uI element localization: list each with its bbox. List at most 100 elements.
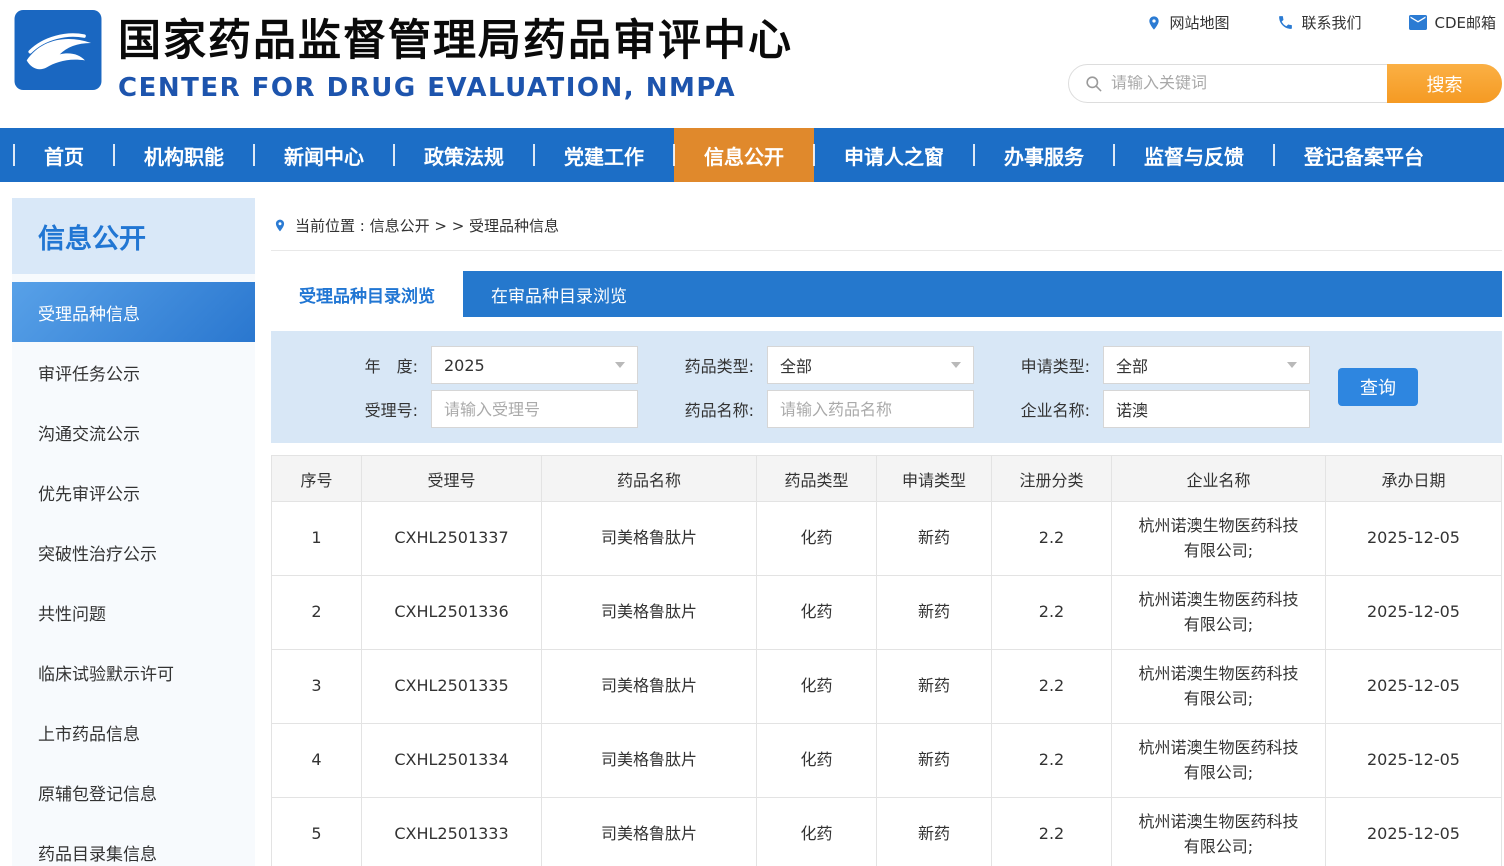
site-title-block: 国家药品监督管理局药品审评中心 CENTER FOR DRUG EVALUATI… [118,6,793,103]
sidebar-title: 信息公开 [12,198,255,274]
mail-icon [1409,15,1428,30]
table-cell: 2025-12-05 [1325,501,1502,576]
table-cell: 2.2 [991,723,1112,798]
table-row: 4 CXHL2501334 司美格鲁肽片 化药 新药 2.2 杭州诺澳生物医药科技有限公司;… [271,723,1502,798]
sitemap-link[interactable]: 网站地图 [1146,12,1229,33]
contact-link[interactable]: 联系我们 [1277,12,1361,33]
nav-item[interactable]: 监督与反馈 [1113,128,1274,182]
table-cell: 化药 [756,501,877,576]
sidebar-item[interactable]: 优先审评公示 [12,462,255,522]
table-cell: 新药 [876,575,992,650]
sidebar-menu: 受理品种信息 审评任务公示 沟通交流公示 优先审评公示 突破性治疗公示 共性问题… [12,282,255,866]
table-cell: CXHL2501336 [361,575,542,650]
apply-type-label: 申请类型: [1020,357,1090,376]
nav-item[interactable]: 首页 [13,128,114,182]
nav-item[interactable]: 办事服务 [973,128,1114,182]
accept-no-input[interactable] [431,390,638,428]
table-cell: 化药 [756,649,877,724]
table-cell: 杭州诺澳生物医药科技有限公司; [1111,797,1326,866]
table-cell: 司美格鲁肽片 [541,575,757,650]
sidebar-item[interactable]: 共性问题 [12,582,255,642]
table-cell: 化药 [756,797,877,866]
sidebar-item[interactable]: 药品目录集信息 [12,822,255,866]
drug-name-input[interactable] [767,390,974,428]
table-cell: 3 [271,649,362,724]
nav-item[interactable]: 机构职能 [113,128,254,182]
nav-item[interactable]: 申请人之窗 [813,128,974,182]
table-cell: 杭州诺澳生物医药科技有限公司; [1111,649,1326,724]
table-cell: 2.2 [991,797,1112,866]
main-panel: 当前位置 : 信息公开 > > 受理品种信息 受理品种目录浏览 在审品种目录浏览… [271,198,1502,866]
table-cell: 司美格鲁肽片 [541,501,757,576]
table-header-cell: 企业名称 [1111,455,1326,502]
chevron-down-icon [615,362,625,368]
table-cell: 2025-12-05 [1325,575,1502,650]
table-cell: 4 [271,723,362,798]
nav-item[interactable]: 登记备案平台 [1273,128,1454,182]
table-header-cell: 药品名称 [541,455,757,502]
year-select-value: 2025 [444,355,485,375]
nav-item[interactable]: 新闻中心 [253,128,394,182]
nav-item[interactable]: 政策法规 [393,128,534,182]
company-input[interactable] [1103,390,1310,428]
search-button[interactable]: 搜索 [1387,64,1502,103]
tab[interactable]: 受理品种目录浏览 [271,271,463,317]
search-icon [1086,76,1102,92]
table-cell: 杭州诺澳生物医药科技有限公司; [1111,575,1326,650]
table-header-cell: 申请类型 [876,455,992,502]
accept-no-label: 受理号: [364,401,418,420]
table-cell: 2 [271,575,362,650]
search-input[interactable] [1103,74,1387,93]
table-header-cell: 承办日期 [1325,455,1502,502]
sidebar-item[interactable]: 上市药品信息 [12,702,255,762]
table-cell: 新药 [876,797,992,866]
breadcrumb: 当前位置 : 信息公开 > > 受理品种信息 [271,198,1502,251]
table-row: 3 CXHL2501335 司美格鲁肽片 化药 新药 2.2 杭州诺澳生物医药科技有限公司;… [271,649,1502,724]
table-cell: 5 [271,797,362,866]
sidebar-item[interactable]: 原辅包登记信息 [12,762,255,822]
table-cell: 新药 [876,723,992,798]
table-header-cell: 药品类型 [756,455,877,502]
sidebar-item[interactable]: 审评任务公示 [12,342,255,402]
table-cell: CXHL2501335 [361,649,542,724]
site-subtitle: CENTER FOR DRUG EVALUATION, NMPA [118,73,737,103]
content-area: 信息公开 受理品种信息 审评任务公示 沟通交流公示 优先审评公示 突破性治疗公示… [0,198,1504,866]
table-cell: 新药 [876,649,992,724]
sidebar-item[interactable]: 受理品种信息 [12,282,255,342]
mailbox-link[interactable]: CDE邮箱 [1409,12,1496,33]
year-label: 年 度: [364,357,418,376]
table-header-cell: 受理号 [361,455,542,502]
sidebar-item[interactable]: 突破性治疗公示 [12,522,255,582]
year-select[interactable]: 2025 [431,346,638,384]
sidebar: 信息公开 受理品种信息 审评任务公示 沟通交流公示 优先审评公示 突破性治疗公示… [12,198,255,866]
filter-panel: 年 度: 2025 药品类型: 全部 申请类型: 全部 受理号: 请输入受理号 … [271,331,1502,443]
table-cell: 2.2 [991,649,1112,724]
table-row: 1 CXHL2501337 司美格鲁肽片 化药 新药 2.2 杭州诺澳生物医药科技有限公司;… [271,501,1502,576]
sitemap-link-label: 网站地图 [1169,14,1230,32]
table-cell: 司美格鲁肽片 [541,649,757,724]
table-cell: 司美格鲁肽片 [541,797,757,866]
nav-item[interactable]: 信息公开 [673,128,814,182]
results-table: 序号 受理号 药品名称 药品类型 申请类型 注册分类 企业名称 承办日期 1 C… [271,455,1502,866]
apply-type-select[interactable]: 全部 [1103,346,1310,384]
chevron-down-icon [951,362,961,368]
header-quick-links: 网站地图 联系我们 CDE邮箱 [1146,12,1496,33]
sidebar-item[interactable]: 沟通交流公示 [12,402,255,462]
table-cell: 杭州诺澳生物医药科技有限公司; [1111,501,1326,576]
table-body: 1 CXHL2501337 司美格鲁肽片 化药 新药 2.2 杭州诺澳生物医药科技有限公司;… [271,501,1502,866]
tab[interactable]: 在审品种目录浏览 [463,271,655,317]
filter-row-1: 年 度: 2025 药品类型: 全部 申请类型: 全部 [271,345,1502,385]
table-cell: 1 [271,501,362,576]
sidebar-item[interactable]: 临床试验默示许可 [12,642,255,702]
table-cell: 2025-12-05 [1325,797,1502,866]
nav-item[interactable]: 党建工作 [533,128,674,182]
query-button[interactable]: 查询 [1338,368,1418,406]
drug-type-select[interactable]: 全部 [767,346,974,384]
drug-name-label: 药品名称: [684,401,754,420]
phone-icon [1279,16,1293,29]
table-cell: 2.2 [991,501,1112,576]
table-cell: 2025-12-05 [1325,649,1502,724]
search-bar: 搜索 [1068,64,1502,103]
table-cell: CXHL2501337 [361,501,542,576]
company-label: 企业名称: [1020,401,1090,420]
